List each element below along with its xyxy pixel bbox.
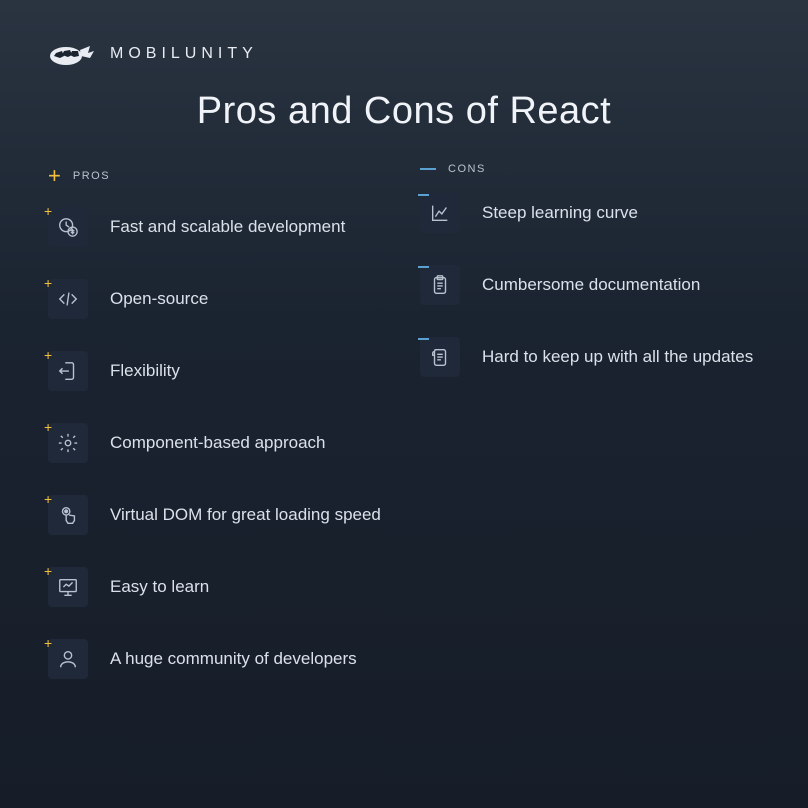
cons-column: CONS Steep learning curve Cumbersome doc… [420,163,760,711]
chart-up-icon [420,193,460,233]
pros-item: Easy to learn [48,567,388,607]
scroll-icon [420,337,460,377]
pros-item-text: A huge community of developers [110,648,357,671]
cons-header: CONS [420,163,760,175]
pros-item: Component-based approach [48,423,388,463]
header: MOBILUNITY [0,0,808,68]
pros-item: A huge community of developers [48,639,388,679]
pros-item-text: Flexibility [110,360,180,383]
pros-item-text: Easy to learn [110,576,209,599]
touch-icon [48,495,88,535]
code-icon [48,279,88,319]
columns-container: + PROS Fast and scalable development Ope… [0,133,808,711]
pros-label: PROS [73,170,110,182]
minus-icon [420,168,436,170]
pros-item: Flexibility [48,351,388,391]
person-icon [48,639,88,679]
mobilunity-logo-icon [48,40,96,68]
cons-item-text: Hard to keep up with all the updates [482,346,753,369]
pros-item: Fast and scalable development [48,207,388,247]
pros-item: Open-source [48,279,388,319]
clock-money-icon [48,207,88,247]
clipboard-icon [420,265,460,305]
pros-item: Virtual DOM for great loading speed [48,495,388,535]
pros-item-text: Virtual DOM for great loading speed [110,504,381,527]
pros-item-text: Open-source [110,288,208,311]
cons-item: Steep learning curve [420,193,760,233]
cons-item-text: Steep learning curve [482,202,638,225]
plus-icon: + [48,163,61,189]
page-title: Pros and Cons of React [0,90,808,133]
pros-item-text: Component-based approach [110,432,325,455]
pros-item-text: Fast and scalable development [110,216,345,239]
brand-name: MOBILUNITY [110,45,258,63]
pros-column: + PROS Fast and scalable development Ope… [48,163,388,711]
monitor-icon [48,567,88,607]
exit-door-icon [48,351,88,391]
cons-item: Cumbersome documentation [420,265,760,305]
gear-icon [48,423,88,463]
cons-item: Hard to keep up with all the updates [420,337,760,377]
pros-header: + PROS [48,163,388,189]
cons-item-text: Cumbersome documentation [482,274,700,297]
cons-label: CONS [448,163,486,175]
